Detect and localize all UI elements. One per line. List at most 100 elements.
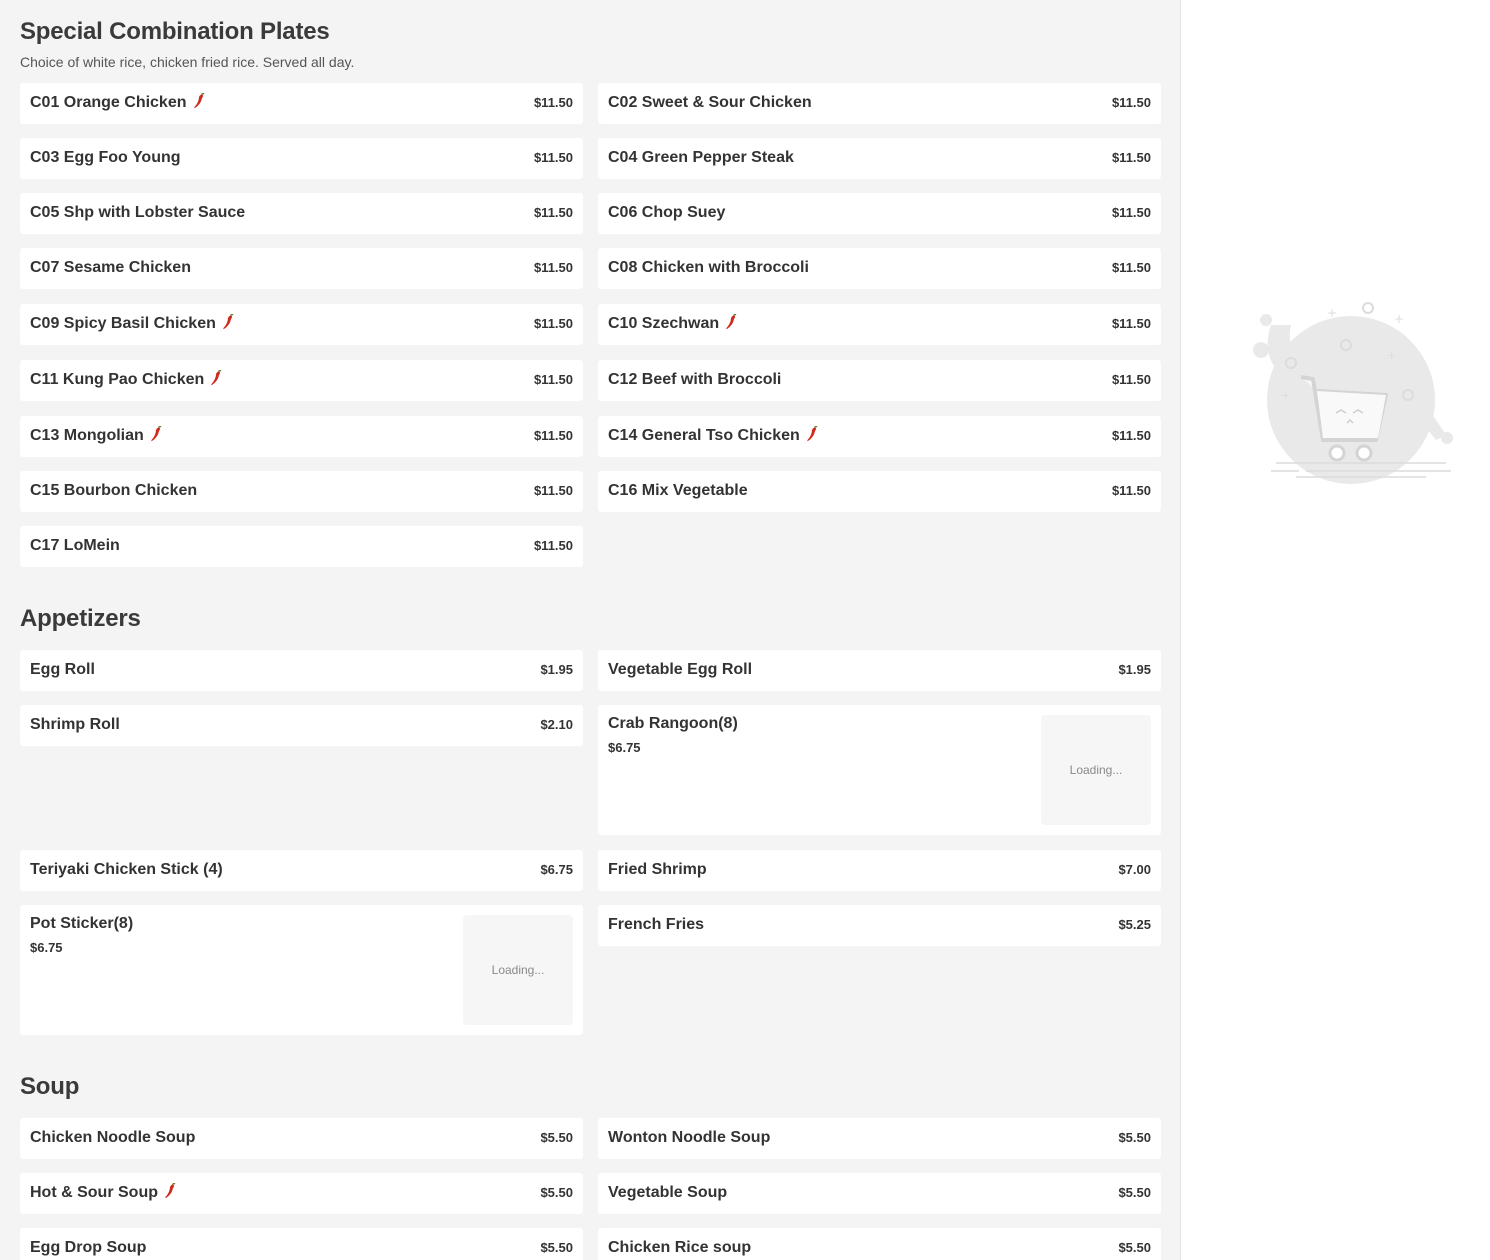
menu-item-price: $11.50 (533, 205, 573, 220)
menu-item-name: C01 Orange Chicken (30, 83, 205, 123)
svg-text:+: + (1394, 312, 1404, 326)
menu-item-card[interactable]: Vegetable Egg Roll $1.95 (598, 650, 1161, 691)
menu-item-name: Crab Rangoon(8) (608, 715, 738, 732)
menu-item-card[interactable]: Wonton Noodle Soup $5.50 (598, 1118, 1161, 1159)
menu-item-name: C08 Chicken with Broccoli (608, 259, 809, 276)
item-image-placeholder: Loading... (1041, 715, 1151, 825)
menu-item-price: $11.50 (1111, 316, 1151, 331)
menu-item-name: Hot & Sour Soup (30, 1173, 176, 1213)
menu-item-price: $11.50 (533, 428, 573, 443)
cart-panel: + + + + (1180, 0, 1490, 1260)
menu-item-name: C16 Mix Vegetable (608, 482, 748, 499)
menu-item-name: C05 Shp with Lobster Sauce (30, 204, 246, 221)
chili-pepper-icon (806, 418, 818, 442)
menu-item-name: C14 General Tso Chicken (608, 416, 818, 456)
chili-pepper-icon (193, 85, 205, 109)
menu-item-price: $11.50 (1111, 428, 1151, 443)
menu-item-price: $5.25 (1118, 917, 1151, 932)
menu-item-card[interactable]: C01 Orange Chicken $11.50 (20, 83, 583, 124)
menu-item-price: $11.50 (1111, 95, 1151, 110)
menu-item-price: $11.50 (1111, 372, 1151, 387)
svg-text:+: + (1387, 349, 1396, 362)
svg-text:+: + (1327, 306, 1337, 320)
menu-item-price: $11.50 (533, 483, 573, 498)
chili-pepper-icon (725, 306, 737, 330)
menu-item-name: Teriyaki Chicken Stick (4) (30, 861, 223, 878)
section-title-appetizers: Appetizers (20, 605, 141, 632)
menu-item-price: $1.95 (540, 662, 573, 677)
menu-item-card[interactable]: C06 Chop Suey $11.50 (598, 193, 1161, 234)
menu-item-card[interactable]: C14 General Tso Chicken $11.50 (598, 416, 1161, 457)
menu-item-price: $6.75 (30, 940, 63, 955)
empty-cart-icon: + + + + (1253, 302, 1453, 484)
item-image-placeholder: Loading... (463, 915, 573, 1025)
menu-item-card[interactable]: Vegetable Soup $5.50 (598, 1173, 1161, 1214)
svg-text:+: + (1281, 389, 1290, 402)
section-description: Choice of white rice, chicken fried rice… (20, 54, 355, 70)
menu-item-card[interactable]: C16 Mix Vegetable $11.50 (598, 471, 1161, 512)
menu-item-price: $11.50 (533, 260, 573, 275)
menu-item-price: $1.95 (1118, 662, 1151, 677)
menu-item-name: Vegetable Soup (608, 1184, 728, 1201)
menu-item-card[interactable]: Shrimp Roll $2.10 (20, 705, 583, 746)
chili-pepper-icon (150, 418, 162, 442)
menu-item-price: $5.50 (540, 1130, 573, 1145)
menu-item-card[interactable]: C07 Sesame Chicken $11.50 (20, 248, 583, 289)
menu-item-name: Wonton Noodle Soup (608, 1129, 771, 1146)
menu-item-price: $5.50 (540, 1185, 573, 1200)
menu-item-card[interactable]: Egg Roll $1.95 (20, 650, 583, 691)
menu-item-card[interactable]: Chicken Rice soup $5.50 (598, 1228, 1161, 1260)
menu-item-card[interactable]: C08 Chicken with Broccoli $11.50 (598, 248, 1161, 289)
menu-item-card[interactable]: Chicken Noodle Soup $5.50 (20, 1118, 583, 1159)
menu-item-name: Chicken Noodle Soup (30, 1129, 196, 1146)
menu-item-name: C07 Sesame Chicken (30, 259, 191, 276)
menu-item-card[interactable]: C10 Szechwan $11.50 (598, 304, 1161, 345)
menu-item-name: C13 Mongolian (30, 416, 162, 456)
menu-item-name: C17 LoMein (30, 537, 120, 554)
menu-item-price: $11.50 (1111, 260, 1151, 275)
menu-item-card[interactable]: Teriyaki Chicken Stick (4) $6.75 (20, 850, 583, 891)
menu-item-price: $5.50 (540, 1240, 573, 1255)
chili-pepper-icon (164, 1175, 176, 1199)
menu-item-price: $5.50 (1118, 1185, 1151, 1200)
menu-item-name: C09 Spicy Basil Chicken (30, 304, 234, 344)
menu-item-price: $2.10 (540, 717, 573, 732)
menu-item-card[interactable]: C12 Beef with Broccoli $11.50 (598, 360, 1161, 401)
menu-item-card[interactable]: C02 Sweet & Sour Chicken $11.50 (598, 83, 1161, 124)
menu-item-card[interactable]: C09 Spicy Basil Chicken $11.50 (20, 304, 583, 345)
menu-item-name: C11 Kung Pao Chicken (30, 360, 222, 400)
menu-panel: Special Combination Plates Choice of whi… (0, 0, 1180, 1260)
menu-item-card[interactable]: C11 Kung Pao Chicken $11.50 (20, 360, 583, 401)
menu-item-name: C06 Chop Suey (608, 204, 726, 221)
menu-item-price: $6.75 (540, 862, 573, 877)
menu-item-card[interactable]: C03 Egg Foo Young $11.50 (20, 138, 583, 179)
menu-item-name: C10 Szechwan (608, 304, 737, 344)
menu-item-card[interactable]: Pot Sticker(8) $6.75 Loading... (20, 905, 583, 1035)
menu-item-card[interactable]: Hot & Sour Soup $5.50 (20, 1173, 583, 1214)
menu-item-price: $11.50 (533, 95, 573, 110)
menu-item-name: Chicken Rice soup (608, 1239, 752, 1256)
menu-item-card[interactable]: Fried Shrimp $7.00 (598, 850, 1161, 891)
menu-item-name: C04 Green Pepper Steak (608, 149, 794, 166)
menu-item-price: $7.00 (1118, 862, 1151, 877)
menu-item-card[interactable]: C13 Mongolian $11.50 (20, 416, 583, 457)
menu-item-name: C03 Egg Foo Young (30, 149, 181, 166)
menu-item-name: C15 Bourbon Chicken (30, 482, 198, 499)
menu-item-price: $11.50 (533, 150, 573, 165)
menu-item-card[interactable]: French Fries $5.25 (598, 905, 1161, 946)
menu-item-card[interactable]: Crab Rangoon(8) $6.75 Loading... (598, 705, 1161, 835)
menu-item-name: French Fries (608, 916, 705, 933)
menu-item-card[interactable]: C05 Shp with Lobster Sauce $11.50 (20, 193, 583, 234)
menu-item-price: $11.50 (1111, 483, 1151, 498)
menu-item-card[interactable]: Egg Drop Soup $5.50 (20, 1228, 583, 1260)
menu-item-card[interactable]: C15 Bourbon Chicken $11.50 (20, 471, 583, 512)
menu-item-name: C02 Sweet & Sour Chicken (608, 94, 812, 111)
menu-item-card[interactable]: C04 Green Pepper Steak $11.50 (598, 138, 1161, 179)
menu-item-name: Egg Roll (30, 661, 95, 678)
menu-item-price: $11.50 (1111, 150, 1151, 165)
section-title-combination-plates: Special Combination Plates (20, 18, 330, 45)
menu-item-card[interactable]: C17 LoMein $11.50 (20, 526, 583, 567)
menu-item-price: $11.50 (533, 316, 573, 331)
section-title-soup: Soup (20, 1073, 80, 1100)
menu-item-name: Vegetable Egg Roll (608, 661, 753, 678)
